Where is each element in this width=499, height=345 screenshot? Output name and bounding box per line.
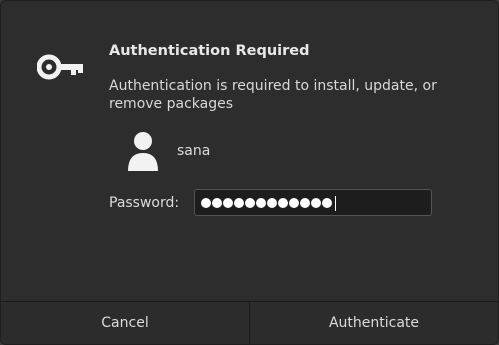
password-field[interactable] <box>194 189 432 216</box>
dialog-description: Authentication is required to install, u… <box>109 78 437 112</box>
authenticate-button[interactable]: Authenticate <box>249 302 498 344</box>
user-avatar-icon <box>128 132 158 171</box>
authentication-dialog: Authentication Required Authentication i… <box>0 0 499 345</box>
dialog-title: Authentication Required <box>109 43 310 59</box>
key-icon <box>37 54 83 80</box>
button-bar: Cancel Authenticate <box>1 301 498 344</box>
password-label: Password: <box>109 195 180 211</box>
cancel-button[interactable]: Cancel <box>1 302 249 344</box>
username: sana <box>177 143 211 159</box>
